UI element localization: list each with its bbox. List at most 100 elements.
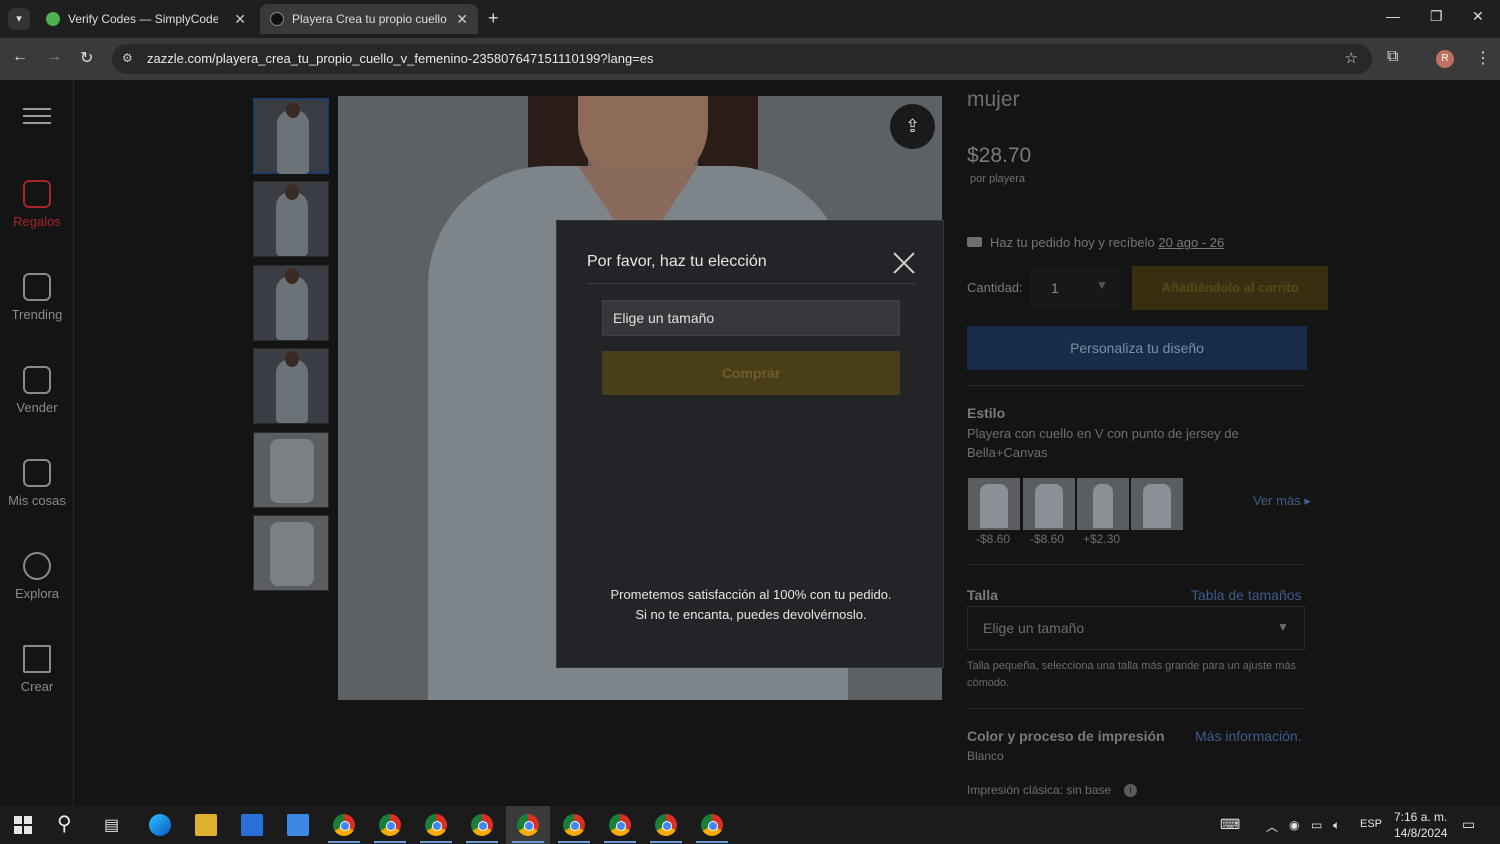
tab-simplycodes[interactable]: Verify Codes — SimplyCodes ✕ bbox=[36, 4, 256, 34]
chrome-icon[interactable] bbox=[701, 814, 723, 836]
info-icon[interactable]: i bbox=[1124, 784, 1137, 797]
browser-toolbar: ← → ↻ ⚙ zazzle.com/playera_crea_tu_propi… bbox=[0, 38, 1500, 80]
reload-icon[interactable]: ↻ bbox=[80, 48, 93, 68]
tab-close-icon[interactable]: ✕ bbox=[234, 4, 246, 34]
style-swatch[interactable] bbox=[1131, 478, 1183, 530]
edge-icon[interactable] bbox=[149, 814, 171, 836]
keyboard-icon[interactable]: ⌨ bbox=[1220, 816, 1240, 833]
chrome-icon[interactable] bbox=[333, 814, 355, 836]
clock-date[interactable]: 14/8/2024 bbox=[1394, 826, 1447, 840]
chevron-down-icon: ▼ bbox=[1277, 620, 1289, 634]
clock-time[interactable]: 7:16 a. m. bbox=[1394, 810, 1447, 824]
share-icon[interactable]: ⇪ bbox=[890, 104, 935, 149]
language-indicator[interactable]: ESP bbox=[1360, 818, 1382, 830]
product-thumbnail[interactable] bbox=[253, 348, 329, 424]
style-swatch[interactable] bbox=[968, 478, 1020, 530]
color-value: Blanco bbox=[967, 749, 1004, 763]
nav-mis-cosas[interactable]: Mis cosas bbox=[0, 459, 74, 508]
size-chart-link[interactable]: Tabla de tamaños bbox=[1191, 587, 1302, 603]
quantity-label: Cantidad: bbox=[967, 280, 1023, 295]
divider bbox=[967, 708, 1307, 709]
forward-arrow-icon[interactable]: → bbox=[46, 48, 62, 66]
product-thumbnail[interactable] bbox=[253, 515, 329, 591]
color-info-link[interactable]: Más información. bbox=[1195, 728, 1302, 744]
delivery-info: Haz tu pedido hoy y recíbelo 20 ago - 26 bbox=[990, 235, 1224, 250]
running-indicator bbox=[650, 841, 682, 843]
search-icon[interactable]: ⚲ bbox=[57, 811, 79, 835]
hamburger-menu-icon[interactable] bbox=[23, 108, 51, 124]
tab-close-icon[interactable]: ✕ bbox=[456, 4, 468, 34]
chrome-icon[interactable] bbox=[655, 814, 677, 836]
personalize-button[interactable]: Personaliza tu diseño bbox=[967, 326, 1307, 370]
restore-icon[interactable]: ❐ bbox=[1430, 8, 1443, 25]
price-unit: por playera bbox=[970, 173, 1026, 185]
modal-size-select[interactable]: Elige un tamaño bbox=[602, 300, 900, 336]
bookmark-star-icon[interactable]: ☆ bbox=[1345, 49, 1358, 67]
back-arrow-icon[interactable]: ← bbox=[12, 48, 28, 66]
tab-zazzle[interactable]: Playera Crea tu propio cuello-V ✕ bbox=[260, 4, 478, 34]
chevron-up-icon[interactable]: ︿ bbox=[1266, 818, 1278, 835]
product-thumbnail[interactable] bbox=[253, 265, 329, 341]
profile-avatar[interactable]: R bbox=[1436, 50, 1454, 68]
nav-label: Regalos bbox=[13, 214, 61, 229]
extensions-puzzle-icon[interactable]: ⧉ bbox=[1387, 48, 1398, 66]
running-indicator bbox=[466, 841, 498, 843]
close-window-icon[interactable]: ✕ bbox=[1472, 8, 1484, 25]
address-bar[interactable]: ⚙ zazzle.com/playera_crea_tu_propio_cuel… bbox=[112, 44, 1372, 74]
chrome-icon[interactable] bbox=[471, 814, 493, 836]
chrome-icon[interactable] bbox=[379, 814, 401, 836]
delivery-dates-link[interactable]: 20 ago - 26 bbox=[1158, 235, 1224, 250]
nav-explora[interactable]: Explora bbox=[0, 552, 74, 601]
size-heading: Talla bbox=[967, 587, 998, 603]
delivery-text: Haz tu pedido hoy y recíbelo bbox=[990, 235, 1155, 250]
task-view-icon[interactable]: ▤ bbox=[104, 815, 126, 837]
nav-trending[interactable]: Trending bbox=[0, 273, 74, 322]
product-price: $28.70 bbox=[967, 144, 1032, 167]
truck-icon bbox=[967, 237, 982, 247]
chrome-icon[interactable] bbox=[517, 814, 539, 836]
meet-icon[interactable]: ◉ bbox=[1289, 818, 1299, 832]
buy-button[interactable]: Comprar bbox=[602, 351, 900, 395]
product-thumbnail[interactable] bbox=[253, 432, 329, 508]
style-price: -$8.60 bbox=[1030, 532, 1065, 546]
chrome-icon[interactable] bbox=[563, 814, 585, 836]
network-icon[interactable]: ▭ bbox=[1311, 818, 1322, 832]
product-thumbnail[interactable] bbox=[253, 98, 329, 174]
minimize-icon[interactable]: — bbox=[1386, 8, 1400, 24]
style-swatch[interactable] bbox=[1077, 478, 1129, 530]
folder-user-icon bbox=[23, 459, 51, 487]
selection-modal: Por favor, haz tu elección Elige un tama… bbox=[556, 220, 944, 668]
chrome-icon[interactable] bbox=[609, 814, 631, 836]
new-tab-plus-icon[interactable]: + bbox=[488, 8, 499, 29]
menu-kebab-icon[interactable]: ⋮ bbox=[1475, 48, 1491, 68]
product-title: mujer bbox=[967, 88, 1020, 111]
mail-icon[interactable] bbox=[287, 814, 309, 836]
close-icon[interactable] bbox=[892, 251, 916, 275]
notifications-icon[interactable]: ▭ bbox=[1462, 816, 1475, 833]
see-more-link[interactable]: Ver más ▸ bbox=[1253, 493, 1311, 509]
nav-regalos[interactable]: Regalos bbox=[0, 180, 74, 229]
gift-icon bbox=[23, 180, 51, 208]
add-to-cart-button[interactable]: Añadiéndolo al carrito bbox=[1132, 266, 1328, 310]
url-text: zazzle.com/playera_crea_tu_propio_cuello… bbox=[147, 51, 654, 66]
nav-crear[interactable]: Crear bbox=[0, 645, 74, 694]
quantity-value: 1 bbox=[1051, 280, 1059, 296]
side-navigation: Regalos Trending Vender Mis cosas Explor… bbox=[0, 80, 74, 806]
color-heading: Color y proceso de impresión bbox=[967, 728, 1165, 744]
running-indicator bbox=[512, 841, 544, 843]
tab-search-chevron-icon[interactable]: ▾ bbox=[8, 8, 30, 30]
print-label: Impresión clásica: sin base bbox=[967, 783, 1112, 797]
modal-title: Por favor, haz tu elección bbox=[587, 253, 767, 270]
volume-icon[interactable]: 🔈︎ bbox=[1333, 818, 1340, 833]
chrome-icon[interactable] bbox=[425, 814, 447, 836]
site-info-icon[interactable]: ⚙ bbox=[122, 51, 133, 65]
file-explorer-icon[interactable] bbox=[195, 814, 217, 836]
running-indicator bbox=[328, 841, 360, 843]
product-thumbnail[interactable] bbox=[253, 181, 329, 257]
style-swatch[interactable] bbox=[1023, 478, 1075, 530]
style-price: -$8.60 bbox=[976, 532, 1011, 546]
nav-vender[interactable]: Vender bbox=[0, 366, 74, 415]
windows-start-icon[interactable] bbox=[14, 816, 32, 834]
store-icon[interactable] bbox=[241, 814, 263, 836]
guarantee-line: Si no te encanta, puedes devolvérnoslo. bbox=[635, 607, 867, 622]
